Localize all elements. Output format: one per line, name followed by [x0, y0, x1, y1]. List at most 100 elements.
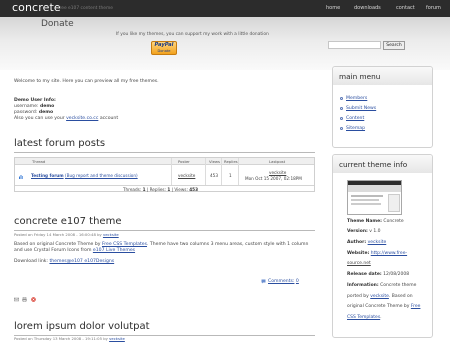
- col-replies: Replies: [224, 159, 238, 164]
- thumb-line: [351, 195, 383, 197]
- thread-poster[interactable]: vecksite: [178, 173, 195, 178]
- comments-count: 0: [295, 279, 299, 284]
- bullet-icon: [340, 127, 343, 130]
- forum-footer: Threads: 1 | Replies: 1 | Views: 453: [15, 185, 314, 192]
- website-link[interactable]: http://www.free-: [371, 251, 407, 256]
- pdf-icon[interactable]: [31, 297, 36, 302]
- col-divider: [171, 158, 172, 186]
- website-link-cont[interactable]: source.net: [347, 261, 371, 266]
- theme-info-title: current theme info: [339, 160, 408, 169]
- divider: [14, 152, 315, 153]
- nav-downloads[interactable]: downloads: [354, 5, 381, 11]
- value: .: [380, 315, 382, 320]
- menu-item-content[interactable]: Content: [346, 116, 364, 121]
- paypal-donate-button[interactable]: PayPal Donate: [151, 41, 177, 55]
- search-button[interactable]: Search: [383, 41, 405, 50]
- top-bar: concrete free e107 content theme home do…: [0, 0, 450, 17]
- col-views: Views: [209, 159, 220, 164]
- stat-label: Threads:: [123, 186, 142, 192]
- version-row: Version: v 1.0: [347, 229, 381, 234]
- password-value: demo: [38, 110, 54, 115]
- nav-home[interactable]: home: [326, 5, 340, 11]
- thread-link[interactable]: Testing forum: [31, 173, 64, 178]
- thumb-header: [348, 185, 401, 192]
- divider: [14, 230, 315, 231]
- donation-text: If you like my themes, you can support m…: [116, 32, 269, 37]
- post-author-link[interactable]: vecksite: [109, 336, 125, 341]
- lastpost-date: Mon Oct 15 2007, 02:18PM: [245, 176, 302, 181]
- site-logo[interactable]: concrete: [12, 1, 61, 14]
- menu-item-submit-news[interactable]: Submit News: [346, 106, 376, 111]
- stat-replies: 1: [167, 186, 171, 192]
- alt-account-line: Also you can use your vecksite.co.cc acc…: [14, 116, 118, 121]
- stat-label: Replies:: [149, 186, 167, 192]
- alt-account-link[interactable]: vecksite.co.cc: [66, 116, 98, 121]
- comments-icon: [261, 279, 266, 284]
- e107-live-themes-link[interactable]: e107 Live Themes: [93, 248, 135, 253]
- forum-stats: Threads: 1 | Replies: 1 | Views: 453: [123, 186, 198, 192]
- release-row: Release date: 12/08/2008: [347, 272, 409, 277]
- main-menu-title: main menu: [339, 72, 381, 81]
- info-row: Information: Concrete theme: [347, 283, 416, 288]
- value: Concrete: [383, 219, 404, 224]
- thread-row: Testing forum (Bug report and theme disc…: [31, 173, 138, 178]
- post-title[interactable]: lorem ipsum dolor volutpat: [14, 321, 150, 332]
- author-row: Author: vecksite: [347, 240, 386, 245]
- nav-forum[interactable]: forum: [426, 5, 441, 11]
- download-line: Download link: themes@e107 e107Designs: [14, 259, 114, 264]
- download-link[interactable]: themes@e107 e107Designs: [49, 259, 114, 264]
- css-templates-link[interactable]: CSS Templates: [347, 315, 380, 320]
- col-divider: [238, 158, 239, 186]
- label: Information:: [347, 283, 379, 288]
- post-text: . Theme have two columns 3 menu areas, c…: [147, 242, 309, 247]
- main-menu-box: main menu Members Submit News Content Si…: [332, 66, 433, 148]
- demo-heading: Demo User Info:: [14, 98, 56, 103]
- ported-by-link[interactable]: vecksite: [370, 294, 389, 299]
- post-body-line: and use Crystal Forum Icons from e107 Li…: [14, 248, 135, 253]
- label: Theme Name:: [347, 219, 382, 224]
- welcome-text: Welcome to my site. Here you can preview…: [14, 79, 159, 84]
- free-css-link[interactable]: Free CSS Templates: [102, 242, 147, 247]
- alt-prefix: Also you can use your: [14, 116, 65, 121]
- download-label: Download link:: [14, 259, 48, 264]
- col-lastpost: Lastpost: [269, 159, 286, 164]
- post-title[interactable]: concrete e107 theme: [14, 216, 121, 227]
- forum-thread-icon: [19, 175, 23, 179]
- post-author-link[interactable]: vecksite: [103, 232, 119, 237]
- paypal-logo: PayPal: [154, 42, 174, 48]
- email-icon[interactable]: [14, 297, 19, 302]
- value: v 1.0: [369, 229, 381, 234]
- col-poster: Poster: [178, 159, 190, 164]
- thumb-line: [351, 203, 381, 205]
- thumb-sidebar: [388, 194, 400, 212]
- password-label: password:: [14, 110, 38, 115]
- col-thread: Thread: [32, 159, 46, 164]
- print-icon[interactable]: [22, 297, 27, 302]
- website-row: Website: http://www.free-: [347, 251, 407, 256]
- author-link[interactable]: vecksite: [368, 240, 387, 245]
- menu-item-sitemap[interactable]: Sitemap: [346, 126, 365, 131]
- menu-item-members[interactable]: Members: [346, 96, 367, 101]
- stat-label: Views:: [174, 186, 188, 192]
- nav-contact[interactable]: contact: [396, 5, 415, 11]
- label: Website:: [347, 251, 370, 256]
- value: original Concrete Theme by: [347, 304, 410, 309]
- label: Author:: [347, 240, 367, 245]
- thumb-line: [351, 199, 379, 201]
- forum-table: Thread Poster Views Replies Lastpost Tes…: [14, 157, 315, 192]
- value: 12/08/2008: [383, 272, 410, 277]
- post-meta-text: Posted on Thursday 13 March 2008 - 19:11…: [14, 336, 108, 341]
- post-text: Based on original Concrete Theme by: [14, 242, 101, 247]
- value: ported by: [347, 294, 369, 299]
- free-css-link[interactable]: Free: [411, 304, 421, 309]
- search-input[interactable]: [328, 41, 381, 49]
- comments-link[interactable]: Comments: 0: [268, 279, 299, 284]
- alt-suffix: account: [99, 116, 119, 121]
- thread-subtitle-link[interactable]: (Bug report and theme discussion): [65, 173, 138, 178]
- username-value: demo: [39, 104, 55, 109]
- bullet-icon: [340, 117, 343, 120]
- demo-username: username: demo: [14, 104, 54, 109]
- post-meta: Posted on Thursday 13 March 2008 - 19:11…: [14, 336, 125, 341]
- info-row-3: original Concrete Theme by Free: [347, 304, 420, 309]
- lastpost-user[interactable]: vecksite: [269, 170, 286, 175]
